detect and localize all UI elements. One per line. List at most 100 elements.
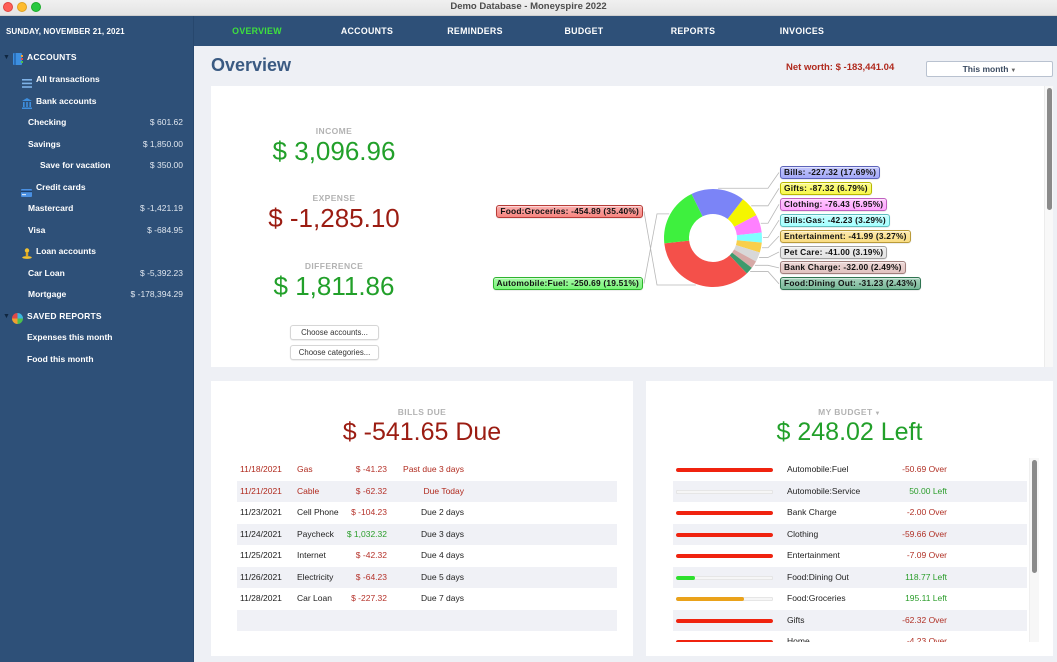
bill-amount: $ -41.23: [355, 464, 387, 474]
bill-status: Past due 3 days: [403, 464, 464, 474]
sidebar-account-visa[interactable]: Visa $ -684.95: [0, 220, 193, 241]
bill-row[interactable]: 11/18/2021 Gas $ -41.23 Past due 3 days: [237, 459, 617, 481]
bill-payee: Cable: [297, 485, 320, 496]
empty-row: [237, 609, 617, 631]
account-name: Mastercard: [28, 202, 74, 213]
pie-leader-line-gifts: [751, 188, 780, 207]
pie-label-bills-gas: Bills:Gas: -42.23 (3.29%): [780, 213, 890, 227]
budget-progress-bar: [676, 489, 773, 494]
saved-reports-section-label: SAVED REPORTS: [27, 310, 102, 321]
tab-budget[interactable]: BUDGET: [534, 16, 634, 46]
accounts-section-header[interactable]: ▼ ACCOUNTS: [0, 47, 193, 68]
sidebar-group-bank-accounts[interactable]: Bank accounts: [0, 91, 193, 112]
tab-reports[interactable]: REPORTS: [643, 16, 743, 46]
sidebar-group-loan-accounts[interactable]: Loan accounts: [0, 241, 193, 262]
net-worth: Net worth: $ -183,441.04: [786, 62, 895, 73]
chevron-down-icon[interactable]: ▼: [3, 306, 10, 327]
budget-progress-fill: [676, 511, 773, 515]
bill-payee: Internet: [297, 550, 326, 560]
sidebar-account-mortgage[interactable]: Mortgage $ -178,394.29: [0, 284, 193, 305]
sidebar-account-save-for-vacation[interactable]: Save for vacation $ 350.00: [0, 155, 193, 176]
bill-date: 11/28/2021: [240, 593, 282, 603]
budget-progress-bar: [676, 575, 773, 580]
overview-scrollbar-thumb[interactable]: [1047, 88, 1052, 210]
budget-scrollbar-thumb[interactable]: [1032, 460, 1037, 573]
account-name: Checking: [28, 116, 67, 127]
bill-row[interactable]: 11/21/2021 Cable $ -62.32 Due Today: [237, 480, 617, 502]
budget-remaining: -2.00 Over: [906, 507, 947, 517]
report-name: Food this month: [27, 353, 94, 364]
sidebar-group-credit-cards[interactable]: Credit cards: [0, 177, 193, 198]
sidebar-report-expenses-this-month[interactable]: Expenses this month: [0, 327, 193, 348]
budget-progress-bar: [676, 640, 773, 642]
budget-progress-fill: [676, 618, 773, 623]
pie-leader-line-bills: [718, 172, 780, 189]
main-nav: OVERVIEW ACCOUNTS REMINDERS BUDGET REPOR…: [194, 16, 1057, 46]
budget-progress-bar: [676, 468, 773, 472]
budget-remaining: -59.66 Over: [902, 528, 947, 539]
sidebar-group-label: Bank accounts: [36, 95, 97, 106]
pie-leader-line-clothing: [760, 204, 780, 224]
account-name: Car Loan: [28, 267, 65, 278]
page-title: Overview: [211, 55, 292, 75]
account-balance: $ -684.95: [147, 224, 183, 235]
account-balance: $ 601.62: [149, 116, 183, 127]
bill-row[interactable]: 11/24/2021 Paycheck $ 1,032.32 Due 3 day…: [237, 523, 617, 545]
budget-row[interactable]: Automobile:Fuel -50.69 Over: [673, 459, 1027, 481]
bill-row[interactable]: 11/25/2021 Internet $ -42.32 Due 4 days: [237, 545, 617, 567]
sidebar-account-car-loan[interactable]: Car Loan $ -5,392.23: [0, 263, 193, 284]
account-balance: $ -178,394.29: [130, 288, 183, 299]
bill-row[interactable]: 11/23/2021 Cell Phone $ -104.23 Due 2 da…: [237, 502, 617, 524]
tab-invoices[interactable]: INVOICES: [752, 16, 852, 46]
bill-row[interactable]: 11/28/2021 Car Loan $ -227.32 Due 7 days: [237, 588, 617, 610]
sidebar-group-label: Credit cards: [36, 181, 86, 192]
sidebar-item-all-transactions[interactable]: All transactions: [0, 69, 193, 90]
budget-row[interactable]: Clothing -59.66 Over: [673, 523, 1027, 545]
budget-category: Gifts: [787, 614, 805, 625]
overview-card: INCOME $ 3,096.96 EXPENSE $ -1,285.10 DI…: [211, 86, 1044, 367]
pie-leader-line-pet-care: [759, 251, 780, 258]
window-title: Demo Database - Moneyspire 2022: [450, 1, 607, 12]
budget-category: Food:Dining Out: [787, 571, 849, 582]
bill-status: Due 5 days: [421, 571, 464, 582]
pie-label-clothing: Clothing: -76.43 (5.95%): [780, 197, 888, 211]
bill-row[interactable]: 11/26/2021 Electricity $ -64.23 Due 5 da…: [237, 566, 617, 588]
bill-amount: $ -62.32: [355, 485, 387, 496]
account-balance: $ -1,421.19: [139, 202, 183, 213]
current-date: SUNDAY, NOVEMBER 21, 2021: [6, 27, 125, 36]
tab-overview[interactable]: OVERVIEW: [207, 16, 307, 46]
budget-progress-fill: [676, 468, 773, 472]
tab-reminders[interactable]: REMINDERS: [425, 16, 525, 46]
budget-row[interactable]: Bank Charge -2.00 Over: [673, 502, 1027, 524]
budget-list: Automobile:Fuel -50.69 Over Automobile:S…: [673, 459, 1027, 642]
pie-label-food-groceries: Food:Groceries: -454.89 (35.40%): [496, 205, 643, 218]
sidebar-account-savings[interactable]: Savings $ 1,850.00: [0, 134, 193, 155]
tab-accounts[interactable]: ACCOUNTS: [317, 16, 417, 46]
bill-status: Due 7 days: [421, 593, 464, 603]
budget-row[interactable]: Home -4.23 Over: [673, 631, 1027, 642]
sidebar-account-mastercard[interactable]: Mastercard $ -1,421.19: [0, 198, 193, 219]
pie-label-bank-charge: Bank Charge: -32.00 (2.49%): [780, 261, 906, 275]
pie-label-gifts: Gifts: -87.32 (6.79%): [780, 181, 872, 195]
budget-row[interactable]: Entertainment -7.09 Over: [673, 545, 1027, 567]
pie-slice-food-groceries[interactable]: [664, 240, 747, 287]
expense-donut-chart: [643, 172, 780, 287]
pie-label-bills: Bills: -227.32 (17.69%): [780, 166, 881, 179]
bill-date: 11/24/2021: [240, 528, 282, 539]
budget-category: Home: [787, 636, 810, 642]
budget-progress-fill: [676, 532, 773, 537]
period-dropdown[interactable]: This month ▼: [926, 61, 1053, 77]
chevron-down-icon[interactable]: ▼: [3, 47, 10, 68]
report-name: Expenses this month: [27, 331, 113, 342]
budget-row[interactable]: Automobile:Service 50.00 Left: [673, 480, 1027, 502]
bills-table: 11/18/2021 Gas $ -41.23 Past due 3 days …: [237, 459, 617, 631]
sidebar-account-checking[interactable]: Checking $ 601.62: [0, 112, 193, 133]
budget-remaining: -62.32 Over: [902, 614, 947, 625]
bill-status: Due 3 days: [421, 528, 464, 539]
saved-reports-section-header[interactable]: ▼ SAVED REPORTS: [0, 306, 193, 327]
budget-row[interactable]: Gifts -62.32 Over: [673, 609, 1027, 631]
sidebar-report-food-this-month[interactable]: Food this month: [0, 349, 193, 370]
budget-row[interactable]: Food:Dining Out 118.77 Left: [673, 566, 1027, 588]
bill-payee: Gas: [297, 464, 313, 474]
budget-row[interactable]: Food:Groceries 195.11 Left: [673, 588, 1027, 610]
